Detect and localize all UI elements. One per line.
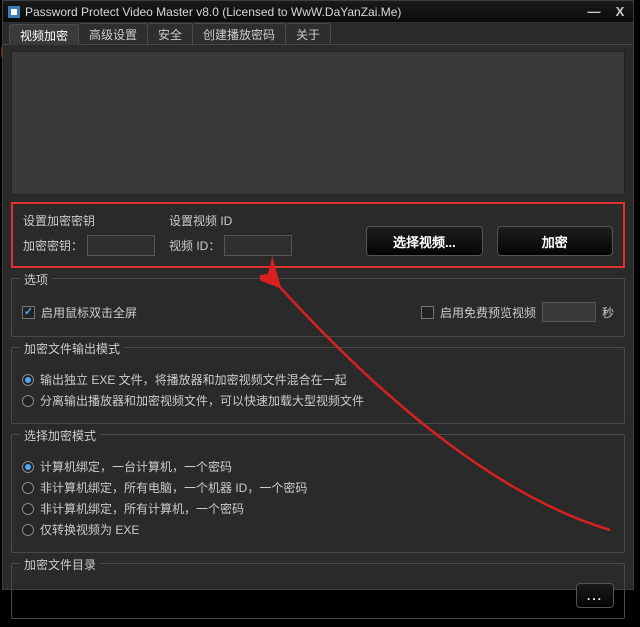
mode-allpc-label: 非计算机绑定，所有计算机，一个密码 <box>40 500 244 517</box>
tab-content: 设置加密密钥 加密密钥： 设置视频 ID 视频 ID： 选择视频... 加密 选… <box>3 45 633 627</box>
tab-about[interactable]: 关于 <box>285 23 331 44</box>
output-mode-section: 加密文件输出模式 输出独立 EXE 文件，将播放器和加密视频文件混合在一起 分离… <box>11 347 625 424</box>
highlighted-settings: 设置加密密钥 加密密钥： 设置视频 ID 视频 ID： 选择视频... 加密 <box>11 202 625 268</box>
encrypt-mode-section: 选择加密模式 计算机绑定，一台计算机，一个密码 非计算机绑定，所有电脑，一个机器… <box>11 434 625 553</box>
tab-security[interactable]: 安全 <box>147 23 193 44</box>
output-mode-title: 加密文件输出模式 <box>20 340 124 357</box>
options-title: 选项 <box>20 271 52 288</box>
key-section-title: 设置加密密钥 <box>23 212 155 229</box>
close-button[interactable]: X <box>611 5 629 19</box>
output-separate-radio[interactable] <box>22 395 34 407</box>
output-dir-section: 加密文件目录 ... <box>11 563 625 619</box>
seconds-label: 秒 <box>602 304 614 321</box>
app-window: Password Protect Video Master v8.0 (Lice… <box>2 0 634 590</box>
tab-create-password[interactable]: 创建播放密码 <box>192 23 286 44</box>
mode-machineid-radio[interactable] <box>22 482 34 494</box>
mode-pc-bound-radio[interactable] <box>22 461 34 473</box>
output-separate-label: 分离输出播放器和加密视频文件，可以快速加载大型视频文件 <box>40 392 364 409</box>
mode-allpc-radio[interactable] <box>22 503 34 515</box>
window-title: Password Protect Video Master v8.0 (Lice… <box>25 5 585 19</box>
mode-convert-only-label: 仅转换视频为 EXE <box>40 521 139 538</box>
minimize-button[interactable]: — <box>585 5 603 19</box>
video-id-input[interactable] <box>224 235 292 256</box>
id-label: 视频 ID： <box>169 237 220 254</box>
video-preview-area <box>11 51 625 195</box>
output-dir-title: 加密文件目录 <box>20 556 100 573</box>
mode-pc-bound-label: 计算机绑定，一台计算机，一个密码 <box>40 458 232 475</box>
encrypt-button[interactable]: 加密 <box>497 226 613 256</box>
doubleclick-fullscreen-checkbox[interactable] <box>22 306 35 319</box>
tab-advanced[interactable]: 高级设置 <box>78 23 148 44</box>
doubleclick-fullscreen-label: 启用鼠标双击全屏 <box>41 304 137 321</box>
select-video-button[interactable]: 选择视频... <box>366 226 482 256</box>
options-section: 选项 启用鼠标双击全屏 启用免费预览视频 秒 <box>11 278 625 337</box>
preview-seconds-input[interactable] <box>542 302 596 322</box>
app-icon <box>7 5 21 19</box>
id-section-title: 设置视频 ID <box>169 212 292 229</box>
free-preview-checkbox[interactable] <box>421 306 434 319</box>
encrypt-mode-title: 选择加密模式 <box>20 427 100 444</box>
free-preview-label: 启用免费预览视频 <box>440 304 536 321</box>
tab-bar: 视频加密 高级设置 安全 创建播放密码 关于 <box>3 23 633 45</box>
mode-convert-only-radio[interactable] <box>22 524 34 536</box>
key-label: 加密密钥： <box>23 237 83 254</box>
encryption-key-input[interactable] <box>87 235 155 256</box>
mode-machineid-label: 非计算机绑定，所有电脑，一个机器 ID，一个密码 <box>40 479 307 496</box>
tab-video-encrypt[interactable]: 视频加密 <box>9 24 79 45</box>
output-single-exe-radio[interactable] <box>22 374 34 386</box>
titlebar: Password Protect Video Master v8.0 (Lice… <box>3 1 633 23</box>
output-single-exe-label: 输出独立 EXE 文件，将播放器和加密视频文件混合在一起 <box>40 371 347 388</box>
